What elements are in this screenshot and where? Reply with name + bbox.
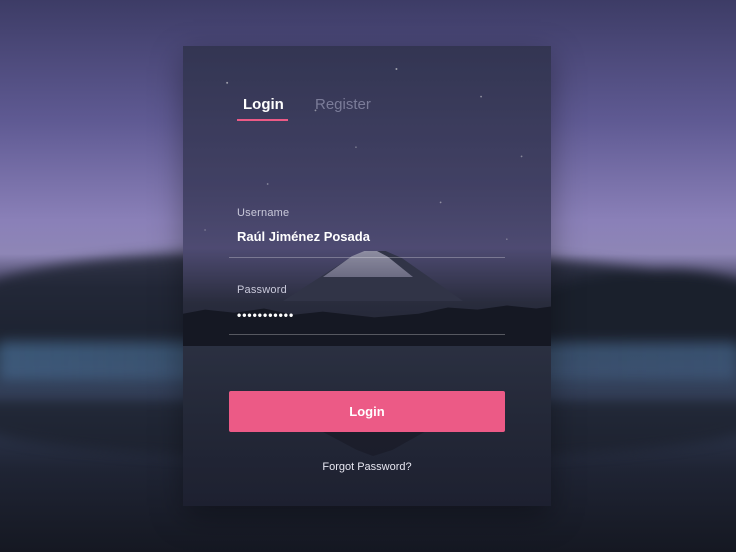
card-overlay <box>183 46 551 506</box>
password-underline <box>229 334 505 335</box>
active-tab-indicator <box>237 119 288 121</box>
username-label: Username <box>237 207 290 219</box>
tab-login[interactable]: Login <box>243 96 284 113</box>
forgot-password-label: Forgot Password? <box>322 461 412 473</box>
username-underline <box>229 257 505 258</box>
password-input[interactable] <box>237 308 487 322</box>
login-card: Login Register Username Password Login F… <box>183 46 551 506</box>
login-screen: Login Register Username Password Login F… <box>0 0 736 552</box>
password-label: Password <box>237 284 287 296</box>
username-input[interactable] <box>237 229 487 244</box>
login-button[interactable]: Login <box>229 391 505 432</box>
tab-register[interactable]: Register <box>315 96 371 113</box>
forgot-password-link[interactable]: Forgot Password? <box>183 461 551 473</box>
